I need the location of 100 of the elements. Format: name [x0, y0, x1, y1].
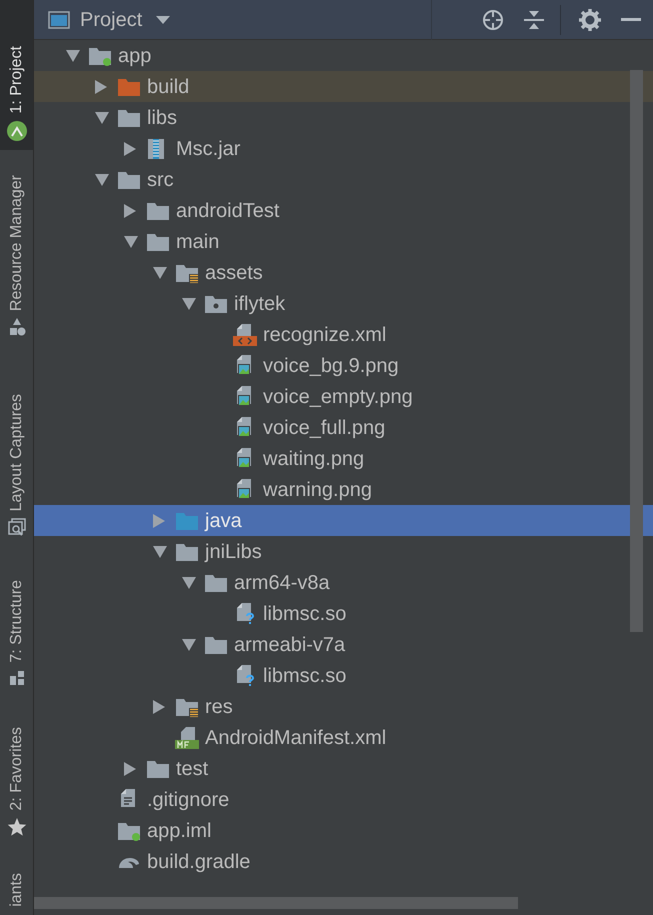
tree-label: androidTest [176, 198, 280, 224]
horizontal-scrollbar[interactable] [34, 897, 518, 909]
tool-window-tab[interactable]: Resource Manager [0, 150, 33, 345]
collapse-icon[interactable] [524, 8, 544, 30]
tree-row[interactable]: assets [34, 257, 653, 288]
panel-title[interactable]: Project [80, 4, 142, 34]
collapse-arrow-icon[interactable] [182, 298, 196, 310]
collapse-arrow-icon[interactable] [153, 546, 167, 558]
tree-row[interactable]: AndroidManifest.xml [34, 722, 653, 753]
expand-arrow-icon[interactable] [124, 204, 136, 218]
settings-icon[interactable] [579, 8, 601, 30]
module-folder-icon [88, 46, 112, 66]
minimize-icon[interactable] [621, 18, 641, 22]
tree-label: voice_full.png [263, 416, 386, 440]
tool-window-tab[interactable]: 2: Favorites [0, 695, 33, 845]
tool-window-tab[interactable]: 1: Project [0, 0, 33, 150]
xml-file-icon [233, 324, 257, 346]
tree-row[interactable]: libmsc.so [34, 660, 653, 691]
dropdown-icon[interactable] [156, 16, 170, 24]
capture-icon [6, 517, 26, 537]
tree-label: warning.png [263, 478, 372, 502]
module-folder-icon [117, 820, 141, 840]
collapse-arrow-icon[interactable] [124, 236, 138, 248]
expand-arrow-icon[interactable] [124, 142, 136, 156]
folder-icon [175, 542, 199, 562]
expand-arrow-icon[interactable] [153, 700, 165, 714]
tree-row[interactable]: waiting.png [34, 443, 653, 474]
tree-row[interactable]: jniLibs [34, 536, 653, 567]
tree-label: res [205, 694, 233, 720]
tree-label: libmsc.so [263, 664, 346, 688]
tree-label: iflytek [234, 292, 286, 316]
tree-label: libs [147, 106, 178, 130]
tree-label: app.iml [147, 818, 212, 844]
folder-icon [175, 510, 199, 530]
tree-label: voice_bg.9.png [263, 354, 399, 378]
tree-label: jniLibs [205, 540, 262, 564]
locate-icon[interactable] [482, 8, 504, 30]
tree-row[interactable]: armeabi-v7a [34, 629, 653, 660]
window-icon [48, 10, 70, 28]
folder-icon [146, 232, 170, 252]
tree-label: voice_empty.png [263, 384, 413, 410]
tree-label: app [118, 44, 152, 68]
resource-folder-icon [175, 696, 199, 716]
tree-row[interactable]: java [34, 505, 653, 536]
tree-row[interactable]: warning.png [34, 474, 653, 505]
tree-label: waiting.png [263, 446, 364, 472]
collapse-arrow-icon[interactable] [153, 266, 167, 278]
tree-label: armeabi-v7a [234, 632, 346, 658]
tree-row[interactable]: recognize.xml [34, 319, 653, 350]
tree-label: java [205, 508, 242, 534]
tree-row[interactable]: iflytek [34, 288, 653, 319]
folder-icon [146, 758, 170, 778]
expand-arrow-icon[interactable] [95, 80, 107, 94]
archive-icon [146, 138, 166, 160]
collapse-arrow-icon[interactable] [95, 174, 109, 186]
vertical-scrollbar[interactable] [630, 70, 643, 632]
tree-label: arm64-v8a [234, 570, 330, 596]
tree-label: .gitignore [147, 788, 230, 812]
tree-row[interactable]: voice_bg.9.png [34, 350, 653, 381]
tree-label: build [147, 74, 190, 100]
collapse-arrow-icon[interactable] [182, 638, 196, 650]
tree-row[interactable]: voice_empty.png [34, 381, 653, 412]
tree-row[interactable]: libmsc.so [34, 598, 653, 629]
tree-row[interactable]: test [34, 753, 653, 784]
tree-row[interactable]: src [34, 164, 653, 195]
tool-window-tab[interactable]: 7: Structure [0, 545, 33, 695]
tree-row[interactable]: arm64-v8a [34, 567, 653, 598]
collapse-arrow-icon[interactable] [182, 576, 196, 588]
tree-row[interactable]: app.iml [34, 815, 653, 846]
tree-label: test [176, 756, 208, 782]
tree-label: Msc.jar [176, 136, 240, 162]
tree-row[interactable]: main [34, 226, 653, 257]
tree-row[interactable]: Msc.jar [34, 133, 653, 164]
structure-icon [8, 669, 26, 687]
tree-label: AndroidManifest.xml [205, 726, 386, 750]
tree-label: recognize.xml [263, 322, 386, 348]
package-folder-icon [204, 294, 228, 314]
collapse-arrow-icon[interactable] [66, 50, 80, 62]
tree-label: libmsc.so [263, 602, 346, 626]
tree-label: src [147, 168, 174, 192]
expand-arrow-icon[interactable] [124, 762, 136, 776]
tool-window-tab[interactable]: iants [0, 845, 33, 915]
tree-row[interactable]: androidTest [34, 195, 653, 226]
collapse-arrow-icon[interactable] [95, 112, 109, 124]
tree-label: build.gradle [147, 850, 250, 874]
tree-label: main [176, 230, 220, 254]
tree-row[interactable]: libs [34, 102, 653, 133]
tree-row[interactable]: app [34, 40, 653, 71]
folder-icon [117, 170, 141, 190]
tree-row[interactable]: build.gradle [34, 846, 653, 877]
tree-row[interactable]: build [34, 71, 653, 102]
folder-icon [204, 572, 228, 592]
folder-icon [117, 108, 141, 128]
tree-row[interactable]: .gitignore [34, 784, 653, 815]
tree-row[interactable]: voice_full.png [34, 412, 653, 443]
folder-icon [146, 200, 170, 220]
folder-icon [117, 76, 141, 96]
tool-window-tab[interactable]: Layout Captures [0, 345, 33, 545]
tree-row[interactable]: res [34, 691, 653, 722]
folder-icon [204, 634, 228, 654]
